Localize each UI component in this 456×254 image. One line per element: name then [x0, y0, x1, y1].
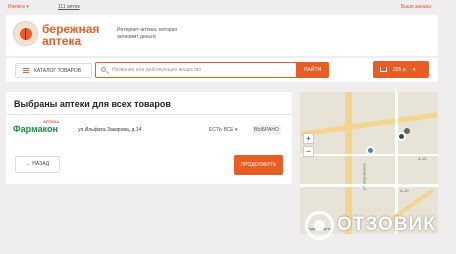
map-pin-icon[interactable] [366, 146, 375, 155]
map-road [300, 112, 438, 137]
site-header: бережная аптека Интернет-аптека, которая… [6, 15, 438, 56]
map-road [345, 92, 352, 234]
city-selector[interactable]: Ижевск ▾ [8, 4, 29, 10]
watermark-logo-icon [305, 211, 334, 240]
search-button[interactable]: НАЙТИ [296, 62, 329, 78]
top-bar: Ижевск ▾ 111 аптек Ваши заказы [0, 0, 456, 14]
zoom-in-button[interactable]: + [303, 133, 314, 144]
catalog-label: КАТАЛОГ ТОВАРОВ [34, 67, 82, 74]
search-row: КАТАЛОГ ТОВАРОВ Название или действующее… [6, 58, 438, 82]
map-pin-icon[interactable] [404, 128, 410, 134]
zoom-out-button[interactable]: − [303, 146, 314, 157]
search-input[interactable]: Название или действующее вещество [95, 62, 298, 78]
selected-badge: ВЫБРАНО [252, 125, 281, 135]
map-street-label: А-10 [400, 188, 409, 193]
search-placeholder: Название или действующее вещество [112, 67, 202, 73]
cart-icon [380, 67, 387, 72]
tagline: Интернет-аптека, которая экономит деньги [117, 27, 178, 40]
chevron-down-icon: ▾ [412, 66, 416, 73]
availability-dropdown[interactable]: ЕСТЬ ВСЕ ▾ [209, 127, 238, 133]
logo[interactable]: бережная аптека [42, 23, 99, 47]
logo-line-2: аптека [42, 34, 82, 48]
back-button[interactable]: ← НАЗАД [15, 156, 60, 173]
selection-title: Выбраны аптеки для всех товаров [14, 99, 171, 109]
menu-icon [23, 68, 29, 73]
watermark-text: ОТЗОВИК [337, 214, 436, 235]
pharmacy-count-link[interactable]: 111 аптек [58, 4, 80, 10]
pharmacy-address[interactable]: ул.Ильфата Закирова, д.14 [78, 127, 141, 133]
map-road [300, 184, 438, 187]
ladybug-logo-icon[interactable] [13, 21, 38, 46]
map-street-label: А-15 [418, 156, 427, 161]
divider [6, 114, 292, 115]
continue-button[interactable]: ПРОДОЛЖИТЬ [234, 155, 283, 175]
pharmacy-logo: Фармакон [13, 124, 58, 134]
cart-total: 205 р. [393, 66, 407, 73]
orders-link[interactable]: Ваши заказы [401, 4, 431, 10]
cart-button[interactable]: 205 р. ▾ [373, 61, 429, 78]
map-street-label: ул. Воровского [361, 162, 367, 191]
catalog-button[interactable]: КАТАЛОГ ТОВАРОВ [15, 63, 92, 78]
selection-card: Выбраны аптеки для всех товаров АПТЕКА Ф… [6, 92, 292, 184]
search-icon [101, 67, 106, 72]
